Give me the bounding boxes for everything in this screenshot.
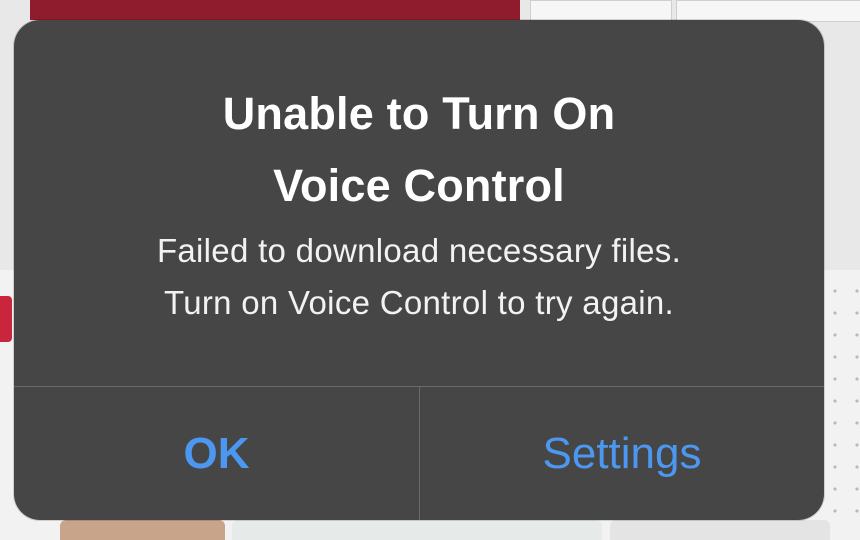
settings-button[interactable]: Settings	[420, 387, 824, 520]
background-dotted-area	[824, 280, 860, 520]
alert-message-line1: Failed to download necessary files.	[156, 232, 682, 269]
alert-title: Unable to Turn On Voice Control	[54, 78, 784, 222]
alert-message-line2: Turn on Voice Control to try again.	[163, 284, 675, 321]
background-red-tab	[0, 296, 12, 342]
alert-dialog: Unable to Turn On Voice Control Failed t…	[14, 20, 824, 520]
alert-title-line1: Unable to Turn On	[222, 88, 616, 139]
alert-title-line2: Voice Control	[273, 160, 565, 211]
ok-button[interactable]: OK	[14, 387, 419, 520]
background-cell	[530, 0, 672, 22]
background-photo	[610, 520, 830, 540]
background-cell	[676, 0, 860, 22]
background-photo	[60, 520, 225, 540]
alert-message: Failed to download necessary files. Turn…	[44, 225, 794, 329]
background-photo	[232, 520, 602, 540]
background-header-bar	[30, 0, 520, 20]
